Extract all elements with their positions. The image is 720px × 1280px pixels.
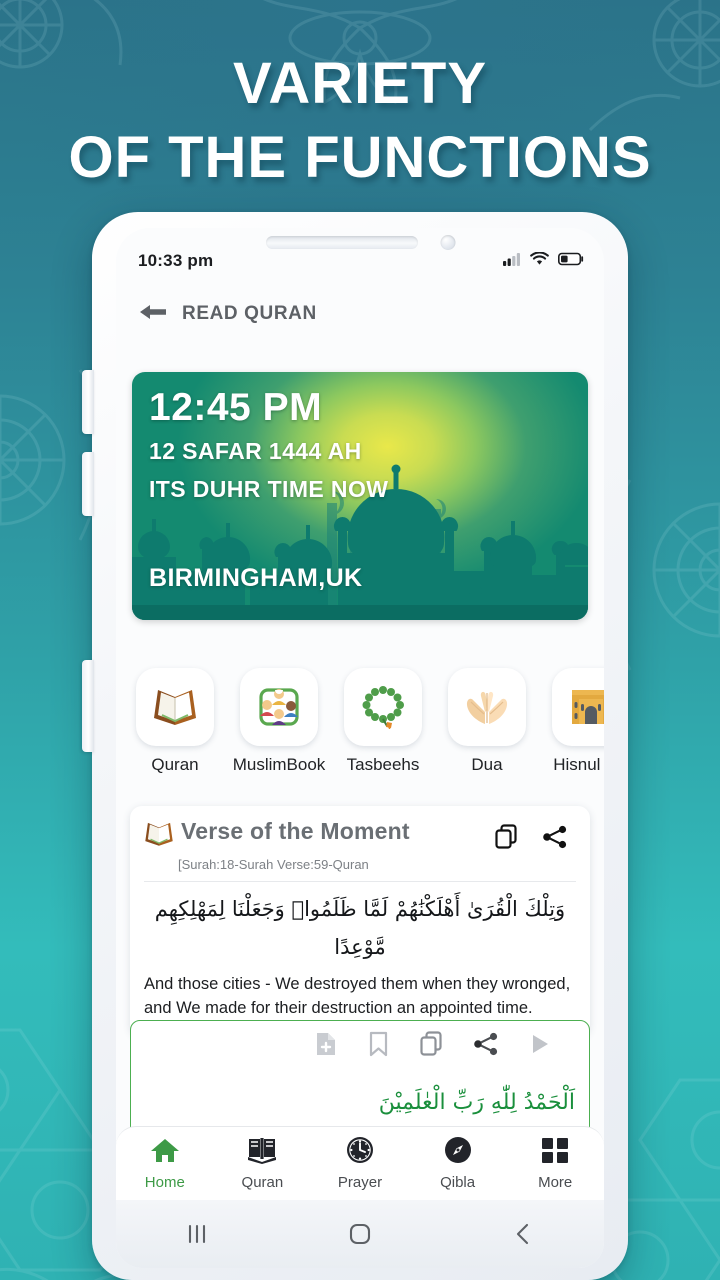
copy-icon[interactable] (494, 824, 518, 855)
compass-icon (444, 1136, 472, 1169)
book-icon (247, 1137, 277, 1169)
back-arrow-icon[interactable] (138, 302, 168, 327)
verse-card-title: Verse of the Moment (181, 818, 410, 844)
open-quran-icon (144, 820, 174, 853)
bottom-navigation-bar[interactable]: Home Quran Prayer Qibla More (116, 1126, 604, 1200)
prayer-beads-icon (360, 685, 406, 729)
feature-label: Dua (471, 755, 503, 774)
nav-item-label: Qibla (440, 1174, 476, 1191)
nav-item-label: Home (144, 1173, 185, 1191)
ayah-arabic-text: اَلْحَمْدُ لِلّٰهِ رَبِّ الْعٰلَمِيْنَ (378, 1090, 575, 1115)
nav-item-quran[interactable]: Quran (214, 1137, 312, 1191)
verse-card-header: Verse of the Moment (144, 818, 576, 855)
phone-screen: 10:33 pm READ QURAN 12:45 PM 12 SAFAR 14… (116, 228, 604, 1268)
headline-line-1: VARIETY (232, 51, 488, 116)
headline-line-2: OF THE FUNCTIONS (68, 125, 652, 190)
feature-tile[interactable] (448, 668, 526, 746)
feature-shortcut-row[interactable]: Quran MuslimBook Tasbeehs Dua Hisnul (116, 668, 604, 788)
share-icon[interactable] (473, 1032, 499, 1061)
phone-mockup: 10:33 pm READ QURAN 12:45 PM 12 SAFAR 14… (82, 212, 628, 1280)
clock-icon (346, 1136, 374, 1169)
status-bar-icons (503, 250, 584, 271)
volume-up-button[interactable] (82, 370, 94, 434)
prayer-time-banner[interactable]: 12:45 PM 12 SAFAR 1444 AH ITS DUHR TIME … (132, 372, 588, 620)
people-group-icon (256, 685, 302, 729)
mosque-skyline-illustration (132, 464, 588, 620)
battery-icon (558, 252, 584, 271)
promo-headline: VARIETY OF THE FUNCTIONS (0, 52, 720, 190)
feature-label: Hisnul Mu (553, 755, 604, 774)
open-quran-icon (152, 686, 198, 728)
mosque-icon (568, 686, 604, 728)
earpiece-speaker (266, 236, 418, 249)
signal-bars-icon (503, 252, 521, 271)
verse-reference: [Surah:18-Surah Verse:59-Quran (178, 857, 369, 872)
feature-tile[interactable] (240, 668, 318, 746)
verse-of-the-moment-card: Verse of the Moment [Surah:18-Surah Vers… (130, 806, 590, 1036)
home-icon (150, 1137, 180, 1169)
feature-quran[interactable]: Quran (132, 668, 218, 788)
feature-tile[interactable] (552, 668, 604, 746)
copy-icon[interactable] (419, 1031, 443, 1062)
grid-icon (541, 1137, 569, 1169)
feature-tasbeehs[interactable]: Tasbeehs (340, 668, 426, 788)
ayah-card-actions (145, 1031, 575, 1062)
feature-hisnul-muslim[interactable]: Hisnul Mu (548, 668, 604, 788)
share-icon[interactable] (542, 825, 568, 854)
feature-label: Quran (151, 755, 199, 774)
nav-item-home[interactable]: Home (116, 1137, 214, 1191)
feature-label: MuslimBook (232, 755, 326, 774)
front-camera-icon (440, 235, 456, 250)
nav-item-label: Quran (241, 1173, 284, 1191)
divider (144, 881, 576, 882)
hijri-date: 12 SAFAR 1444 AH (149, 438, 362, 464)
bookmark-icon[interactable] (368, 1031, 389, 1062)
home-square-icon[interactable] (325, 1209, 395, 1259)
wifi-icon (530, 250, 549, 271)
feature-label: Tasbeehs (346, 755, 420, 774)
recents-icon[interactable] (162, 1209, 232, 1259)
feature-tile[interactable] (136, 668, 214, 746)
verse-card-titles: Verse of the Moment (181, 818, 494, 845)
nav-item-more[interactable]: More (506, 1137, 604, 1191)
nav-item-prayer[interactable]: Prayer (311, 1136, 409, 1191)
location-label: BIRMINGHAM,UK (149, 564, 363, 592)
play-icon[interactable] (529, 1032, 551, 1061)
app-bar: READ QURAN (116, 286, 604, 342)
back-chevron-icon[interactable] (488, 1209, 558, 1259)
note-add-icon[interactable] (314, 1031, 338, 1062)
prayer-status-message: ITS DUHR TIME NOW (149, 476, 389, 502)
praying-hands-icon (463, 687, 511, 727)
prayer-time-value: 12:45 PM (149, 386, 323, 429)
status-bar-clock: 10:33 pm (138, 251, 214, 270)
feature-dua[interactable]: Dua (444, 668, 530, 788)
volume-down-button[interactable] (82, 452, 94, 516)
nav-item-label: More (538, 1173, 573, 1191)
feature-muslimbook[interactable]: MuslimBook (233, 668, 325, 788)
verse-arabic-text: وَتِلْكَ الْقُرَىٰ أَهْلَكْنَٰهُمْ لَمَّ… (154, 897, 566, 959)
feature-tile[interactable] (344, 668, 422, 746)
nav-item-qibla[interactable]: Qibla (409, 1136, 507, 1191)
verse-translation-text: And those cities - We destroyed them whe… (144, 975, 571, 1017)
page-title: READ QURAN (182, 303, 317, 324)
system-navigation-bar[interactable] (116, 1200, 604, 1268)
power-button[interactable] (82, 660, 94, 752)
nav-item-label: Prayer (337, 1174, 383, 1191)
verse-card-actions (494, 824, 568, 855)
